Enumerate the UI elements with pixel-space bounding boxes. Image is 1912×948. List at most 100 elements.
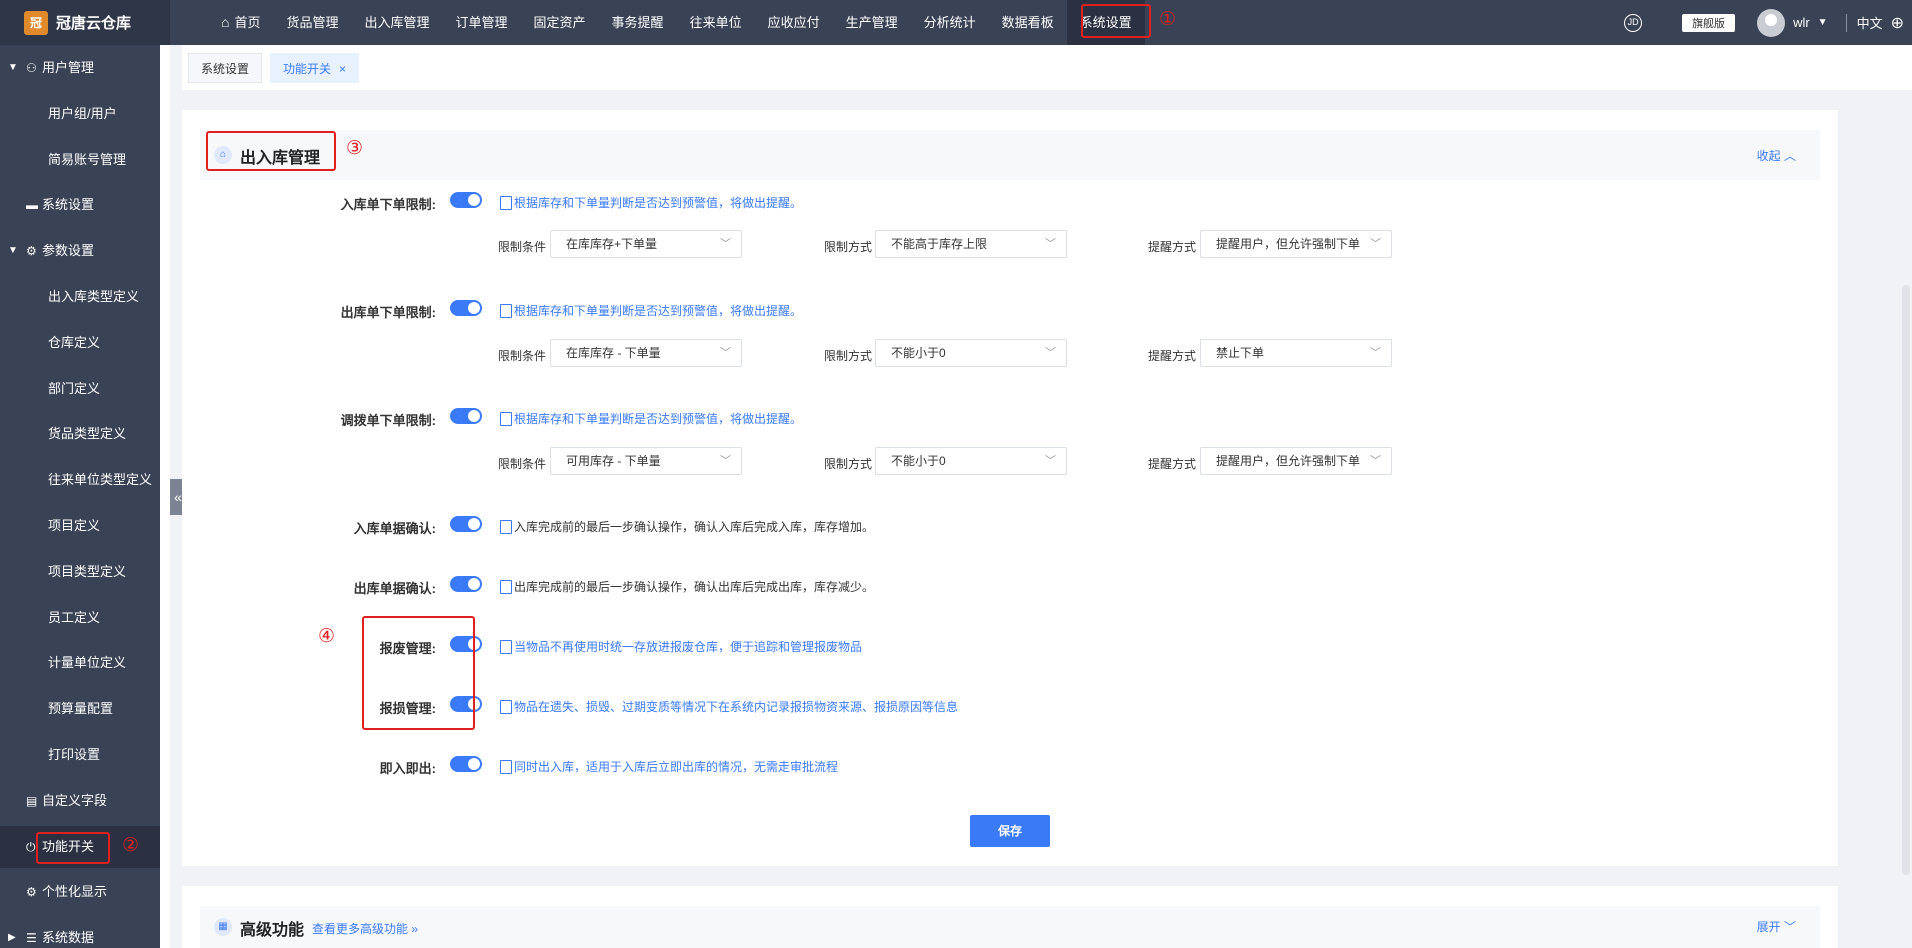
tip-instant-inout: 同时出入库，适用于入库后立即出库的情况，无需走审批流程 <box>500 758 838 775</box>
annotation-box-2 <box>36 832 110 864</box>
avatar[interactable] <box>1757 8 1786 37</box>
tip-transfer-limit: 根据库存和下单量判断是否达到预警值，将做出提醒。 <box>500 410 802 427</box>
document-icon <box>500 520 512 534</box>
nav-finance[interactable]: 应收应付 <box>755 0 833 45</box>
sidebar-item-warehouses[interactable]: 仓库定义 <box>0 322 160 364</box>
tip-loss: 物品在遗失、损毁、过期变质等情况下在系统内记录报损物资来源、报损原因等信息 <box>500 698 958 715</box>
chevron-down-icon: ﹀ <box>1045 347 1056 359</box>
nav-goods[interactable]: 货品管理 <box>273 0 351 45</box>
save-button[interactable]: 保存 <box>970 815 1050 847</box>
advanced-header: ▦ 高级功能 查看更多高级功能 » 展开 ﹀ <box>200 906 1820 948</box>
chevron-down-icon: ▼ <box>8 245 18 256</box>
nav-partners[interactable]: 往来单位 <box>677 0 755 45</box>
sidebar-item-custom-fields[interactable]: ▤ 自定义字段 <box>0 780 160 822</box>
document-icon <box>500 760 512 774</box>
sidebar-item-units[interactable]: 计量单位定义 <box>0 642 160 684</box>
grid-icon: ▦ <box>214 918 232 936</box>
close-icon[interactable]: × <box>339 62 346 76</box>
row-label-inbound-limit: 入库单下单限制: <box>340 197 436 212</box>
select-outbound-method[interactable]: 不能小于0 ﹀ <box>875 339 1067 367</box>
filter-label: 提醒方式 <box>1148 457 1197 471</box>
main-nav: ⌂ 首页 货品管理 出入库管理 订单管理 固定资产 事务提醒 往来单位 应收应付 … <box>208 0 1145 45</box>
chevron-down-icon: ﹀ <box>1783 920 1796 934</box>
select-outbound-condition[interactable]: 在库库存 - 下单量 ﹀ <box>550 339 742 367</box>
nav-home[interactable]: ⌂ 首页 <box>208 0 273 45</box>
sidebar-item-goods-types[interactable]: 货品类型定义 <box>0 413 160 455</box>
edition-badge: 旗舰版 <box>1682 13 1736 32</box>
select-transfer-condition[interactable]: 可用库存 - 下单量 ﹀ <box>550 447 742 475</box>
tab-feature-switch[interactable]: 功能开关 × <box>270 53 360 83</box>
sidebar-item-user-management[interactable]: ▼ ⚇ 用户管理 <box>0 47 160 89</box>
tip-outbound-confirm: 出库完成前的最后一步确认操作，确认出库后完成出库，库存减少。 <box>500 578 874 595</box>
toggle-inbound-confirm[interactable] <box>450 516 482 532</box>
nav-reminders[interactable]: 事务提醒 <box>599 0 677 45</box>
tab-system-settings[interactable]: 系统设置 <box>188 53 263 83</box>
sidebar-item-employees[interactable]: 员工定义 <box>0 597 160 639</box>
sidebar-item-project-types[interactable]: 项目类型定义 <box>0 551 160 593</box>
toggle-inbound-limit[interactable] <box>450 192 482 208</box>
select-inbound-reminder[interactable]: 提醒用户，但允许强制下单 ﹀ <box>1200 230 1392 258</box>
sidebar-item-print[interactable]: 打印设置 <box>0 734 160 776</box>
chevron-right-icon: ▶ <box>8 932 16 943</box>
select-inbound-method[interactable]: 不能高于库存上限 ﹀ <box>875 230 1067 258</box>
sidebar-item-partner-types[interactable]: 往来单位类型定义 <box>0 459 160 501</box>
sidebar-item-system-settings[interactable]: ▬ 系统设置 <box>0 184 160 226</box>
filter-label: 限制方式 <box>824 240 873 254</box>
select-outbound-reminder[interactable]: 禁止下单 ﹀ <box>1200 339 1392 367</box>
sidebar-scrollbar[interactable] <box>160 45 170 948</box>
toggle-instant-inout[interactable] <box>450 756 482 772</box>
nav-analytics[interactable]: 分析统计 <box>911 0 989 45</box>
row-label-outbound-confirm: 出库单据确认: <box>353 581 436 596</box>
language-switch[interactable]: 中文 <box>1857 13 1883 32</box>
globe-icon[interactable]: ⊕ <box>1891 13 1904 33</box>
gear-icon: ⚙ <box>26 244 37 258</box>
annotation-box-1 <box>1081 4 1151 38</box>
sidebar-item-parameters[interactable]: ▼ ⚙ 参数设置 <box>0 230 160 272</box>
app-logo[interactable]: 冠 冠唐云仓库 <box>0 0 170 45</box>
chevron-down-icon: ﹀ <box>720 238 731 250</box>
section-header: ⌂ 出入库管理 收起 ︿ <box>200 130 1820 180</box>
row-label-instant-inout: 即入即出: <box>379 761 436 776</box>
sidebar-item-system-data[interactable]: ▶ ☰ 系统数据 <box>0 917 160 948</box>
settings-card: ⌂ 出入库管理 收起 ︿ 入库单下单限制: 根据库存和下单量判断是否达到预警值，… <box>182 110 1838 866</box>
sidebar-item-inout-types[interactable]: 出入库类型定义 <box>0 276 160 318</box>
sidebar-item-projects[interactable]: 项目定义 <box>0 505 160 547</box>
filter-label: 提醒方式 <box>1148 349 1197 363</box>
filter-label: 限制条件 <box>498 240 547 254</box>
nav-inout[interactable]: 出入库管理 <box>352 0 443 45</box>
toggle-transfer-limit[interactable] <box>450 408 482 424</box>
chevron-down-icon: ﹀ <box>720 455 731 467</box>
tip-outbound-limit: 根据库存和下单量判断是否达到预警值，将做出提醒。 <box>500 302 802 319</box>
chevron-down-icon: ﹀ <box>1370 347 1381 359</box>
toggle-outbound-confirm[interactable] <box>450 576 482 592</box>
sidebar-item-simple-accounts[interactable]: 简易账号管理 <box>0 139 160 181</box>
nav-orders[interactable]: 订单管理 <box>443 0 521 45</box>
select-inbound-condition[interactable]: 在库库存+下单量 ﹀ <box>550 230 742 258</box>
nav-dashboard[interactable]: 数据看板 <box>989 0 1067 45</box>
user-name[interactable]: wlr <box>1793 15 1810 30</box>
sidebar-item-budget[interactable]: 预算量配置 <box>0 688 160 730</box>
chevron-up-icon: ︿ <box>1783 149 1796 163</box>
nav-assets[interactable]: 固定资产 <box>521 0 599 45</box>
more-advanced-link[interactable]: 查看更多高级功能 » <box>312 920 418 937</box>
annotation-2: ② <box>122 835 140 856</box>
document-icon <box>500 700 512 714</box>
expand-button[interactable]: 展开 ﹀ <box>1757 918 1796 935</box>
select-transfer-method[interactable]: 不能小于0 ﹀ <box>875 447 1067 475</box>
filter-label: 限制条件 <box>498 457 547 471</box>
nav-production[interactable]: 生产管理 <box>833 0 911 45</box>
top-navbar: 冠 冠唐云仓库 ⌂ 首页 货品管理 出入库管理 订单管理 固定资产 事务提醒 往来… <box>0 0 1912 45</box>
jd-icon[interactable]: JD <box>1624 13 1643 32</box>
toggle-outbound-limit[interactable] <box>450 300 482 316</box>
chevron-down-icon: ﹀ <box>1370 455 1381 467</box>
chevron-down-icon[interactable]: ▼ <box>1818 17 1828 28</box>
annotation-1: ① <box>1159 9 1177 30</box>
sidebar-item-user-groups[interactable]: 用户组/用户 <box>0 93 160 135</box>
sidebar-item-departments[interactable]: 部门定义 <box>0 368 160 410</box>
chevron-down-icon: ﹀ <box>720 347 731 359</box>
sidebar-item-personalization[interactable]: ⚙ 个性化显示 <box>0 871 160 913</box>
fold-button[interactable]: 收起 ︿ <box>1757 147 1796 164</box>
select-transfer-reminder[interactable]: 提醒用户，但允许强制下单 ﹀ <box>1200 447 1392 475</box>
page-scrollbar[interactable] <box>1902 285 1910 875</box>
form-icon: ▤ <box>26 794 38 808</box>
